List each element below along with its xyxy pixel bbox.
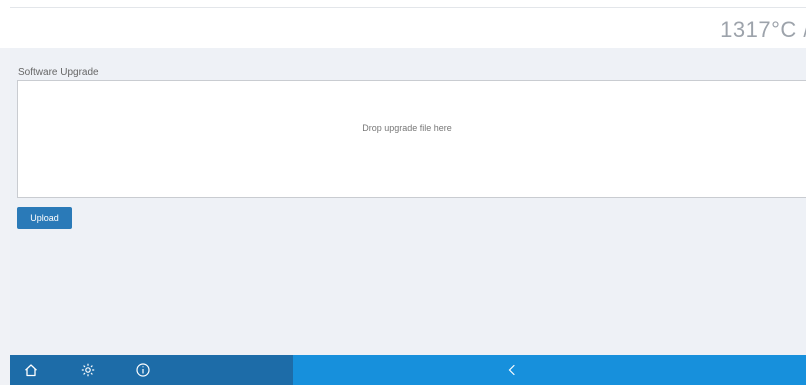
main-content: Software Upgrade Drop upgrade file here … [10,48,806,355]
settings-icon[interactable] [80,362,96,378]
dropzone-hint: Drop upgrade file here [362,123,452,133]
info-icon[interactable] [135,362,151,378]
section-title: Software Upgrade [18,67,99,78]
bottom-nav-left [10,355,293,385]
home-icon[interactable] [23,362,39,378]
header-divider [10,7,806,8]
upgrade-file-dropzone[interactable]: Drop upgrade file here [17,80,806,198]
bottom-nav-bar [10,355,806,385]
back-chevron-icon[interactable] [504,362,520,378]
top-header: 1317°C / [0,0,806,48]
upload-button[interactable]: Upload [17,207,72,229]
temperature-readout: 1317°C / [720,17,806,42]
